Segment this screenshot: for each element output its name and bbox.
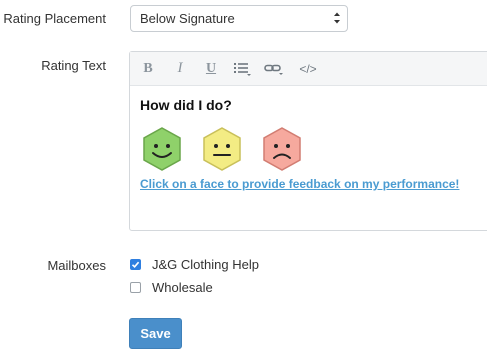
mailbox-option[interactable]: Wholesale xyxy=(130,278,213,296)
bold-button[interactable]: B xyxy=(138,52,158,85)
checkmark-icon xyxy=(131,261,140,268)
underline-icon: U xyxy=(205,60,217,76)
link-icon xyxy=(264,64,283,75)
rating-placement-value: Below Signature xyxy=(140,11,235,26)
list-button[interactable] xyxy=(231,52,255,85)
mailbox-label: J&G Clothing Help xyxy=(152,256,259,272)
rating-placement-label: Rating Placement xyxy=(3,11,106,26)
editor-toolbar: B I U </> xyxy=(130,52,487,86)
link-button[interactable] xyxy=(262,52,288,85)
rating-placement-select[interactable]: Below Signature xyxy=(130,5,348,32)
italic-button[interactable]: I xyxy=(170,52,190,85)
happy-face-icon[interactable] xyxy=(140,126,184,172)
bold-icon: B xyxy=(143,60,153,76)
italic-icon: I xyxy=(177,60,183,76)
list-icon xyxy=(234,62,251,76)
sad-face-icon[interactable] xyxy=(260,126,304,172)
mailbox-option[interactable]: J&G Clothing Help xyxy=(130,255,259,273)
code-icon: </> xyxy=(299,61,317,76)
mailbox-checkbox-checked[interactable] xyxy=(130,258,141,270)
feedback-link[interactable]: Click on a face to provide feedback on m… xyxy=(140,177,459,191)
code-button[interactable]: </> xyxy=(295,52,321,85)
neutral-face-icon[interactable] xyxy=(200,126,244,172)
mailbox-label: Wholesale xyxy=(152,279,213,295)
rating-text-editor[interactable]: B I U </> How did I do? Click on a face … xyxy=(129,51,487,231)
select-arrows-icon xyxy=(334,12,340,24)
underline-button[interactable]: U xyxy=(201,52,221,85)
mailboxes-label: Mailboxes xyxy=(47,258,106,273)
mailbox-checkbox[interactable] xyxy=(130,281,141,293)
rating-text-label: Rating Text xyxy=(41,58,106,73)
rating-heading: How did I do? xyxy=(140,97,232,113)
save-button[interactable]: Save xyxy=(129,318,182,349)
